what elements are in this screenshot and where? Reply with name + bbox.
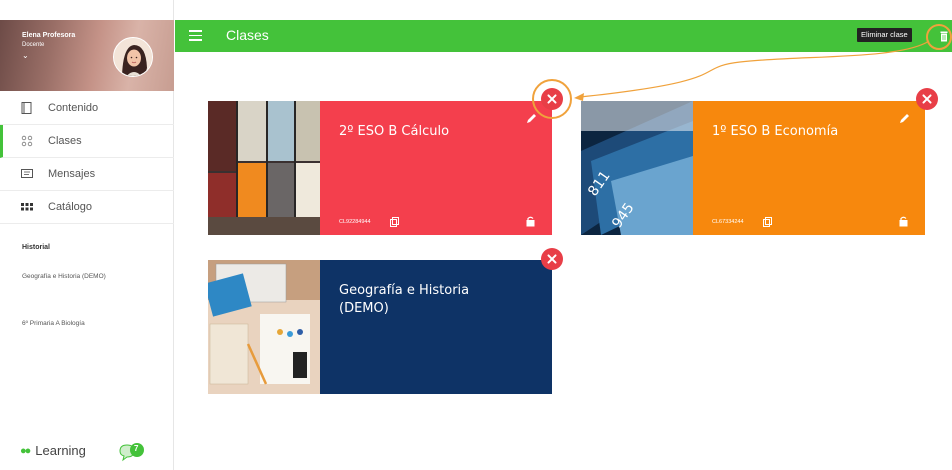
history-title: Historial	[22, 244, 51, 251]
group-icon	[20, 134, 36, 148]
user-name: Elena Profesora	[22, 32, 76, 39]
sidebar-item-contenido[interactable]: Contenido	[0, 92, 174, 125]
delete-class-tooltip: Eliminar clase	[857, 28, 912, 42]
app-window: Elena Profesora Docente ⌄ Contenido Clas…	[0, 0, 952, 470]
history-item[interactable]: Geografía e Historia (DEMO)	[22, 273, 106, 280]
sidebar-item-label: Mensajes	[48, 168, 96, 180]
class-title: Geografía e Historia (DEMO)	[339, 283, 470, 316]
class-card[interactable]: 2º ESO B Cálculo CL92284944	[208, 101, 552, 235]
sidebar-item-label: Catálogo	[48, 201, 93, 213]
lock-icon	[899, 214, 908, 227]
page-title: Clases	[226, 27, 269, 43]
history-item[interactable]: 6º Primaria A Biología	[22, 320, 85, 327]
class-title: 2º ESO B Cálculo	[339, 124, 450, 139]
delete-class-button[interactable]	[541, 248, 563, 270]
class-card-image	[208, 101, 320, 235]
sidebar-item-clases[interactable]: Clases	[0, 125, 174, 158]
user-role: Docente	[22, 42, 45, 48]
sidebar-item-label: Clases	[48, 135, 82, 147]
sidebar-item-label: Contenido	[48, 102, 99, 114]
sidebar-item-catalogo[interactable]: Catálogo	[0, 191, 174, 224]
book-icon	[20, 101, 36, 115]
avatar	[113, 37, 153, 77]
delete-class-button[interactable]	[916, 88, 938, 110]
brand-name: Learning	[35, 443, 86, 458]
class-card-image	[208, 260, 320, 394]
class-card[interactable]: Geografía e Historia (DEMO)	[208, 260, 552, 394]
brand-logo: ●● Learning	[20, 443, 86, 458]
sidebar-item-mensajes[interactable]: Mensajes	[0, 158, 174, 191]
class-code: CL67334244	[712, 219, 744, 225]
class-card-panel: Geografía e Historia (DEMO)	[320, 260, 552, 394]
copy-icon[interactable]	[763, 214, 772, 227]
menu-icon[interactable]	[189, 30, 202, 41]
copy-icon[interactable]	[390, 214, 399, 227]
message-icon	[20, 167, 36, 181]
highlight-ring	[926, 24, 952, 50]
sidebar: Elena Profesora Docente ⌄ Contenido Clas…	[0, 0, 174, 470]
chat-badge: 7	[134, 444, 139, 453]
class-card-image: 811 945	[581, 101, 693, 235]
class-card-panel: 1º ESO B Economía CL67334244	[693, 101, 925, 235]
pencil-icon[interactable]	[899, 111, 910, 123]
logo-dots-icon: ●●	[20, 444, 31, 457]
class-card[interactable]: 811 945 1º ESO B Economía CL67334244	[581, 101, 925, 235]
lock-icon	[526, 214, 535, 227]
pencil-icon[interactable]	[526, 111, 537, 123]
chevron-down-icon[interactable]: ⌄	[22, 51, 29, 60]
highlight-ring	[532, 79, 572, 119]
chat-button[interactable]: 7	[117, 441, 149, 463]
chat-bubble-icon	[119, 443, 144, 462]
grid-icon	[20, 200, 36, 214]
class-title: 1º ESO B Economía	[712, 124, 839, 139]
profile-header[interactable]: Elena Profesora Docente ⌄	[0, 20, 174, 91]
class-card-panel: 2º ESO B Cálculo CL92284944	[320, 101, 552, 235]
class-code: CL92284944	[339, 219, 371, 225]
top-bar: Clases Eliminar clase	[175, 20, 952, 52]
